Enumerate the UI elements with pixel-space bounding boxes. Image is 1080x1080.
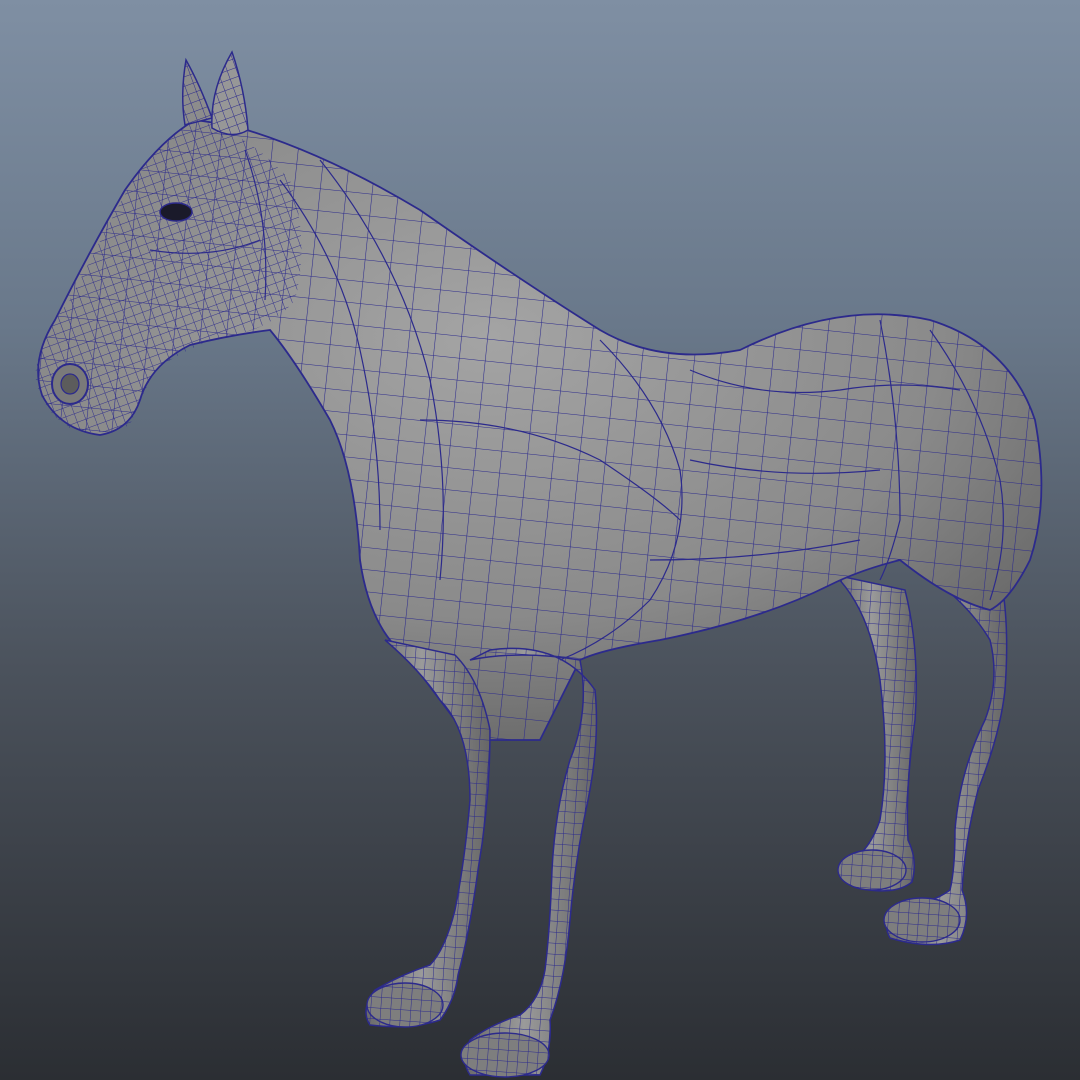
eye — [159, 202, 193, 222]
scene-canvas[interactable] — [0, 0, 1080, 1080]
ear-far[interactable] — [181, 57, 213, 126]
ear-near[interactable] — [211, 50, 249, 136]
hind-leg-far[interactable] — [832, 573, 917, 892]
3d-viewport[interactable] — [0, 0, 1080, 1080]
fore-leg-far[interactable] — [365, 639, 491, 1028]
horse-head[interactable] — [35, 120, 302, 433]
